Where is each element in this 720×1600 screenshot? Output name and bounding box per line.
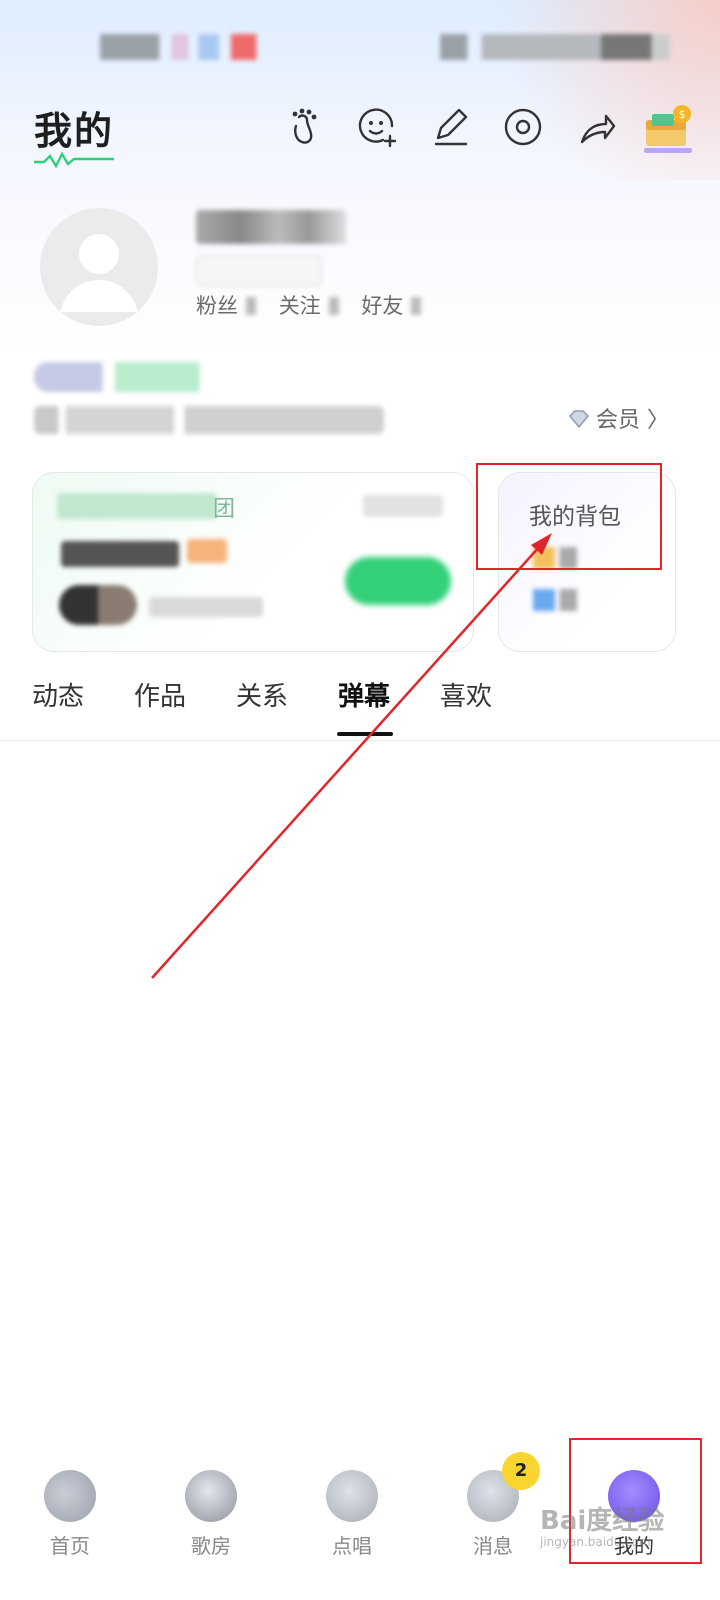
page-title: 我的 xyxy=(34,109,115,153)
status-bar xyxy=(0,30,720,66)
tab-danmaku[interactable]: 弹幕 xyxy=(338,676,390,713)
message-count-badge: 2 xyxy=(502,1452,540,1490)
vip-label: 会员 〉 xyxy=(596,408,669,433)
tab-relations[interactable]: 关系 xyxy=(236,676,288,713)
friends-label: 好友 xyxy=(361,294,404,318)
fan-group-member-avatar-pixelated xyxy=(59,585,137,625)
fans-count-pixelated xyxy=(246,297,256,315)
status-bar-right-pixelated xyxy=(440,34,670,60)
home-icon xyxy=(44,1470,96,1522)
annotation-box-backpack xyxy=(476,463,662,570)
following-count-pixelated xyxy=(328,297,339,315)
header-toolbar: $ xyxy=(282,100,712,160)
nav-item-song-room[interactable]: 歌房 xyxy=(161,1470,261,1580)
fan-group-suffix: 团 xyxy=(213,497,236,522)
profile-stats: 粉丝 关注 好友 xyxy=(196,290,437,320)
status-bar-left-pixelated xyxy=(100,34,270,60)
friends-stat[interactable]: 好友 xyxy=(361,294,429,318)
fan-group-card[interactable]: 团 xyxy=(32,472,474,652)
watermark-text: Bai度经验 xyxy=(540,1506,665,1536)
fan-group-join-button[interactable] xyxy=(345,557,451,605)
backpack-item-ticket-pixelated xyxy=(533,589,577,611)
share-icon[interactable] xyxy=(574,104,620,150)
nav-item-sing-request[interactable]: 点唱 xyxy=(302,1470,402,1580)
fan-group-title-pixelated xyxy=(57,493,217,519)
tab-likes[interactable]: 喜欢 xyxy=(440,676,492,713)
watermark: Bai度经验 jingyan.baidu.com xyxy=(540,1500,664,1549)
fan-group-name-pixelated xyxy=(61,541,179,567)
fan-group-badge-pixelated xyxy=(187,539,227,563)
footprint-icon[interactable] xyxy=(282,104,328,150)
user-id-pixelated xyxy=(196,256,322,286)
svg-text:$: $ xyxy=(679,108,686,121)
fan-group-more-pixelated xyxy=(363,495,443,517)
fans-stat[interactable]: 粉丝 xyxy=(196,294,264,318)
friends-count-pixelated xyxy=(411,297,422,315)
avatar[interactable] xyxy=(40,208,158,326)
diamond-icon xyxy=(568,410,590,429)
watermark-subtext: jingyan.baidu.com xyxy=(540,1535,651,1549)
title-wave-decoration xyxy=(34,151,114,168)
content-tabs: 动态 作品 关系 弹幕 喜欢 xyxy=(0,670,720,741)
nav-label-song-room: 歌房 xyxy=(191,1534,231,1558)
username-pixelated xyxy=(196,210,346,244)
nav-label-sing-request: 点唱 xyxy=(332,1534,372,1558)
default-avatar-icon xyxy=(40,208,158,326)
tab-works[interactable]: 作品 xyxy=(134,676,186,713)
song-room-icon xyxy=(185,1470,237,1522)
nav-item-home[interactable]: 首页 xyxy=(20,1470,120,1580)
vip-entry[interactable]: 会员 〉 xyxy=(566,402,669,434)
treasure-box-icon[interactable]: $ xyxy=(642,104,694,156)
user-info-pixelated xyxy=(34,406,384,434)
sing-request-icon xyxy=(326,1470,378,1522)
nav-label-messages: 消息 xyxy=(473,1534,513,1558)
edit-icon[interactable] xyxy=(428,104,474,150)
fan-group-member-text-pixelated xyxy=(149,597,263,617)
active-tab-indicator xyxy=(337,732,393,736)
nav-label-home: 首页 xyxy=(50,1534,90,1558)
fans-label: 粉丝 xyxy=(196,294,238,318)
add-friend-icon[interactable] xyxy=(354,104,400,150)
tab-dynamic[interactable]: 动态 xyxy=(32,676,84,713)
following-stat[interactable]: 关注 xyxy=(279,294,347,318)
user-tags-pixelated xyxy=(34,362,214,392)
following-label: 关注 xyxy=(278,294,321,318)
settings-icon[interactable] xyxy=(500,104,546,150)
